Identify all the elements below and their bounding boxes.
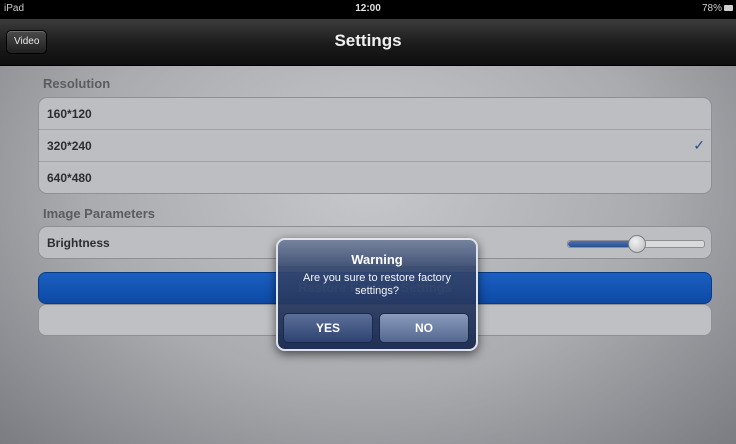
alert-message: Are you sure to restore factory settings… — [303, 272, 451, 297]
alert-title: Warning — [351, 252, 403, 267]
resolution-option-label: 160*120 — [47, 107, 92, 121]
brightness-slider[interactable] — [567, 235, 705, 253]
battery-icon — [724, 5, 733, 11]
brightness-slider-thumb[interactable] — [628, 235, 646, 253]
checkmark-icon: ✓ — [693, 137, 705, 153]
status-bar: iPad 12:00 78% — [0, 0, 736, 19]
navigation-bar: Video Settings — [0, 19, 736, 66]
resolution-header: Resolution — [43, 76, 111, 91]
resolution-option-label: 640*480 — [47, 171, 92, 185]
clock: 12:00 — [355, 3, 381, 14]
resolution-option-320[interactable]: 320*240 ✓ — [39, 130, 711, 162]
alert-yes-button[interactable]: YES — [283, 313, 373, 343]
image-parameters-header: Image Parameters — [43, 206, 156, 221]
alert-no-button[interactable]: NO — [379, 313, 469, 343]
resolution-group: 160*120 320*240 ✓ 640*480 — [38, 97, 712, 194]
resolution-option-160[interactable]: 160*120 — [39, 98, 711, 130]
warning-alert: Warning Are you sure to restore factory … — [276, 238, 478, 351]
brightness-slider-fill — [568, 241, 636, 247]
page-title: Settings — [334, 31, 402, 50]
resolution-option-label: 320*240 — [47, 139, 92, 153]
battery-percent: 78% — [701, 3, 722, 14]
resolution-option-640[interactable]: 640*480 — [39, 162, 711, 193]
brightness-label: Brightness — [47, 236, 110, 250]
